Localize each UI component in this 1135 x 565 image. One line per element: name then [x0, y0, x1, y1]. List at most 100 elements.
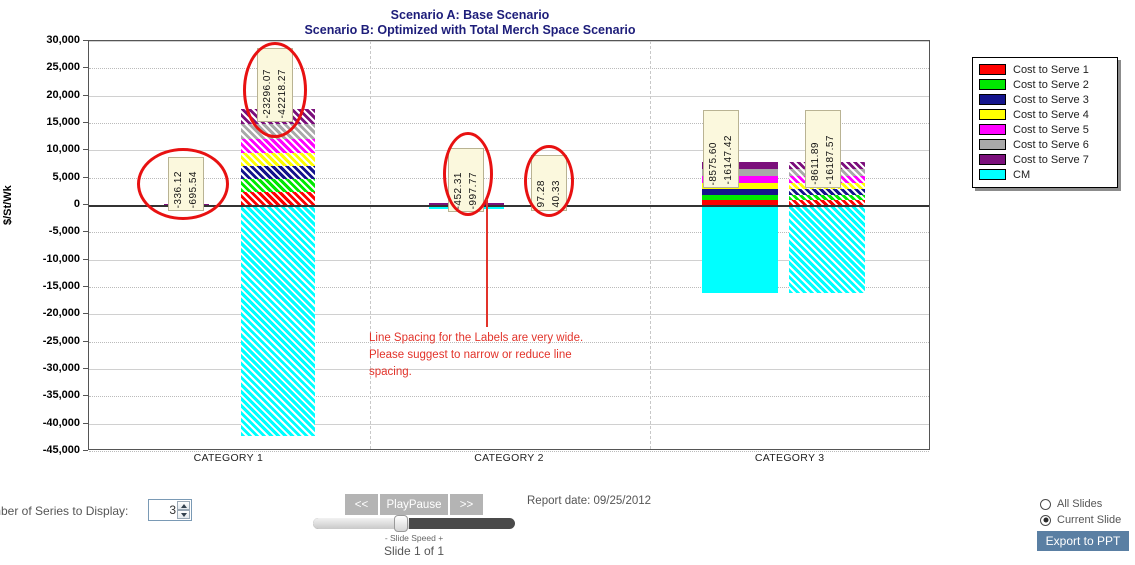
legend-swatch-icon [979, 109, 1006, 120]
legend-item-label: Cost to Serve 4 [1013, 108, 1089, 121]
legend-item-6[interactable]: Cost to Serve 6 [979, 137, 1112, 152]
radio-off-icon [1040, 498, 1051, 510]
legend-item-4[interactable]: Cost to Serve 4 [979, 107, 1112, 122]
bar-segment-cost-to-serve-2 [789, 194, 865, 200]
legend-swatch-icon [979, 94, 1006, 105]
previous-slide-button[interactable]: << [345, 494, 378, 515]
next-slide-button[interactable]: >> [450, 494, 483, 515]
bar-category-2-scenario-b[interactable] [529, 41, 599, 451]
data-label-value: -695.54 [188, 170, 199, 208]
data-label-value: 40.33 [551, 180, 562, 208]
data-label-box-cat2-a: -452.31 -997.77 [448, 148, 484, 212]
data-label-value: -42218.27 [277, 69, 288, 119]
legend-swatch-icon [979, 139, 1006, 150]
data-label-value: -8611.89 [810, 142, 821, 185]
legend-item-label: Cost to Serve 3 [1013, 93, 1089, 106]
bar-segment-cm [241, 205, 315, 436]
legend-item-3[interactable]: Cost to Serve 3 [979, 92, 1112, 107]
gridline-vertical [650, 41, 652, 449]
bar-segment-cost-to-serve-2 [702, 194, 778, 200]
bar-segment-cost-to-serve-4 [241, 153, 315, 167]
bar-segment-cost-to-serve-1 [241, 191, 315, 205]
title-line-2: Scenario B: Optimized with Total Merch S… [304, 23, 636, 37]
radio-current-slide-label: Current Slide [1057, 514, 1122, 526]
legend-item-8[interactable]: CM [979, 167, 1112, 182]
y-axis-title: $/St/Wk [2, 185, 14, 225]
y-axis-tick-label: 10,000 [46, 143, 80, 156]
annotation-leader-line [486, 199, 488, 327]
zero-baseline [89, 205, 929, 207]
y-axis-tick-label: -35,000 [42, 389, 80, 402]
y-axis-tick-label: 20,000 [46, 88, 80, 101]
y-axis-tick-label: 30,000 [46, 34, 80, 46]
bar-segment-cm [702, 205, 778, 294]
title-line-1: Scenario A: Base Scenario [390, 8, 550, 22]
y-axis-tick-label: -5,000 [48, 225, 80, 238]
data-label-value: -16187.57 [825, 135, 836, 185]
legend-item-label: Cost to Serve 2 [1013, 78, 1089, 91]
bar-segment-cm [789, 205, 865, 294]
stepper-up-icon[interactable] [177, 501, 190, 510]
data-label-value: -336.12 [173, 170, 184, 208]
legend-item-1[interactable]: Cost to Serve 1 [979, 62, 1112, 77]
series-count-stepper[interactable]: 3 [148, 499, 192, 521]
slide-speed-slider[interactable] [313, 518, 515, 529]
gridline-vertical [369, 41, 371, 449]
bar-category-3-scenario-b[interactable] [789, 41, 865, 451]
slide-speed-thumb[interactable] [394, 515, 408, 532]
legend-swatch-icon [979, 79, 1006, 90]
y-axis-tick-label: -40,000 [42, 416, 80, 429]
data-label-box-cat3-a: -8575.60 -16147.42 [703, 110, 739, 188]
y-axis-tick-label: 5,000 [52, 170, 80, 183]
radio-all-slides[interactable]: All Slides [1040, 498, 1102, 510]
y-axis-tick-label: -25,000 [42, 334, 80, 347]
data-label-box-cat3-b: -8611.89 -16187.57 [805, 110, 841, 188]
legend-swatch-icon [979, 64, 1006, 75]
radio-current-slide[interactable]: Current Slide [1040, 514, 1121, 526]
legend-swatch-icon [979, 169, 1006, 180]
x-axis-category-label: CATEGORY 2 [474, 452, 544, 464]
radio-all-slides-label: All Slides [1057, 498, 1103, 510]
bar-category-3-scenario-a[interactable] [702, 41, 778, 451]
radio-on-icon [1040, 514, 1051, 526]
bar-category-2-scenario-a[interactable] [429, 41, 504, 451]
bar-segment-cost-to-serve-3 [702, 189, 778, 195]
y-axis-tick-label: 15,000 [46, 116, 80, 128]
data-label-value: -16147.42 [723, 135, 734, 185]
legend-item-label: Cost to Serve 5 [1013, 123, 1089, 136]
legend-swatch-icon [979, 154, 1006, 165]
data-label-value: -997.77 [468, 171, 479, 209]
bar-segment-cost-to-serve-3 [241, 166, 315, 180]
y-axis-tick-label: 25,000 [46, 61, 80, 74]
x-axis: CATEGORY 1 CATEGORY 2 CATEGORY 3 [88, 452, 930, 468]
x-axis-category-label: CATEGORY 1 [193, 452, 264, 464]
y-axis-tick-mark [83, 450, 88, 451]
legend-item-7[interactable]: Cost to Serve 7 [979, 152, 1112, 167]
legend-item-5[interactable]: Cost to Serve 5 [979, 122, 1112, 137]
bar-category-1-scenario-a[interactable] [164, 41, 209, 451]
y-axis-tick-label: -20,000 [42, 307, 80, 320]
page-title: Scenario A: Base Scenario Scenario B: Op… [0, 8, 940, 38]
y-axis: 30,000 25,000 20,000 15,000 10,000 5,000 0 -5,0… [0, 34, 88, 456]
export-to-ppt-button[interactable]: Export to PPT [1037, 531, 1129, 551]
data-label-box-cat2-b: 97.28 40.33 [531, 155, 567, 211]
data-label-box-cat1-a: -336.12 -695.54 [168, 157, 204, 211]
stepper-down-icon[interactable] [177, 510, 190, 519]
play-pause-button[interactable]: PlayPause [380, 494, 448, 515]
y-axis-tick-label: 0 [73, 198, 80, 210]
data-label-box-cat1-b: -23296.07 -42218.27 [257, 48, 293, 122]
legend-item-label: CM [1013, 168, 1031, 181]
series-count-value: 3 [169, 503, 176, 517]
slide-counter: Slide 1 of 1 [383, 544, 445, 558]
report-date: Report date: 09/25/2012 [527, 495, 652, 507]
legend-item-label: Cost to Serve 7 [1013, 153, 1089, 166]
bar-segment-cost-to-serve-6 [241, 124, 315, 140]
slide-speed-caption: - Slide Speed + [384, 533, 444, 543]
legend-item-label: Cost to Serve 1 [1013, 63, 1089, 76]
y-axis-tick-label: -10,000 [42, 252, 80, 265]
legend-item-2[interactable]: Cost to Serve 2 [979, 77, 1112, 92]
x-axis-category-label: CATEGORY 3 [754, 452, 825, 464]
data-label-value: -8575.60 [708, 141, 719, 185]
y-axis-tick-label: -45,000 [42, 444, 80, 456]
legend-item-label: Cost to Serve 6 [1013, 138, 1089, 151]
